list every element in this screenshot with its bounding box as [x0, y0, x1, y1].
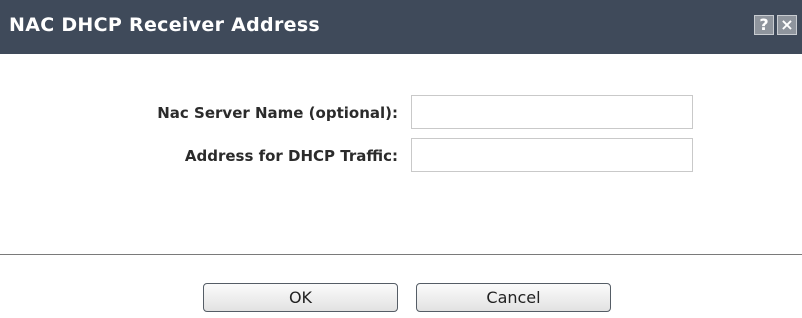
footer-divider: [0, 254, 802, 255]
dialog-title: NAC DHCP Receiver Address: [9, 14, 321, 36]
dialog-titlebar: NAC DHCP Receiver Address ? ×: [0, 0, 802, 54]
server-name-label: Nac Server Name (optional):: [157, 104, 398, 122]
cancel-button[interactable]: Cancel: [416, 283, 611, 312]
dhcp-address-input[interactable]: [411, 138, 693, 172]
help-icon[interactable]: ?: [754, 15, 774, 35]
server-name-input[interactable]: [411, 95, 693, 129]
dhcp-address-label: Address for DHCP Traffic:: [184, 147, 398, 165]
close-icon[interactable]: ×: [777, 15, 797, 35]
ok-button[interactable]: OK: [203, 283, 398, 312]
dhcp-receiver-dialog: NAC DHCP Receiver Address ? × Nac Server…: [0, 0, 802, 318]
